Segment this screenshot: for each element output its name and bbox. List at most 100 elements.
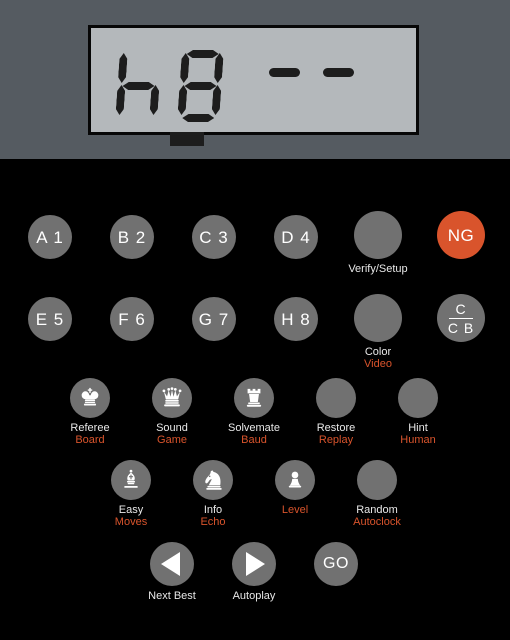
key-g7[interactable]: G 7 [192,297,236,341]
autoclock-label: Autoclock [353,516,401,529]
info-label: Info [203,504,223,516]
h8-button-label[interactable]: H 8 [274,297,318,341]
lcd-dash-2 [323,68,354,77]
restore-label: Restore [316,422,356,434]
moves-label: Moves [114,516,148,529]
c-cb-button[interactable]: C C B [437,294,485,342]
chess-knight-icon [204,469,222,490]
lcd-dash-1 [269,68,300,77]
sound-game-labels: Sound Game [156,422,188,447]
next-best-label: Next Best [148,590,196,602]
lcd-seg-c [149,85,159,115]
color-video-labels: Color Video [364,346,392,371]
verify-setup-label: Verify/Setup [348,263,408,275]
lcd-seg-b [214,53,224,83]
video-label: Video [364,358,392,371]
next-best-labels: Next Best [148,590,196,602]
hint-human-labels: Hint Human [400,422,435,447]
referee-board-labels: Referee Board [70,422,109,447]
c-cb-numerator: C [455,300,467,317]
key-go[interactable]: GO [314,542,358,586]
key-easy-moves[interactable]: Easy Moves [93,460,169,529]
referee-label: Referee [70,422,110,434]
key-a1[interactable]: A 1 [28,215,72,259]
key-b2[interactable]: B 2 [110,215,154,259]
random-autoclock-button[interactable] [357,460,397,500]
c-cb-fraction: C C B [448,302,474,335]
lcd-seg-d [182,114,215,122]
solvemate-baud-button[interactable] [234,378,274,418]
key-new-game[interactable]: NG [437,211,485,259]
easy-moves-button[interactable] [111,460,151,500]
random-autoclock-labels: Random Autoclock [353,504,401,529]
go-button[interactable]: GO [314,542,358,586]
referee-board-button[interactable] [70,378,110,418]
lcd-seg-g [122,82,155,90]
key-sound-game[interactable]: Sound Game [134,378,210,447]
replay-label: Replay [318,434,354,447]
baud-label: Baud [241,434,267,447]
chess-queen-icon [162,387,182,407]
key-solvemate-baud[interactable]: Solvemate Baud [216,378,292,447]
lcd-seg-b [152,53,162,83]
key-next-best[interactable]: Next Best [134,542,210,602]
key-restore-replay[interactable]: Restore Replay [298,378,374,447]
color-video-button[interactable] [354,294,402,342]
solvemate-baud-labels: Solvemate Baud [228,422,280,447]
game-label: Game [157,434,187,447]
lcd-seg-f [118,53,128,83]
a1-button-label[interactable]: A 1 [28,215,72,259]
c-cb-divider [449,317,473,319]
lcd-indicator-block [170,132,204,146]
g7-button-label[interactable]: G 7 [192,297,236,341]
key-level[interactable]: Level [257,460,333,516]
random-label: Random [356,504,398,516]
restore-replay-button[interactable] [316,378,356,418]
f6-button-label[interactable]: F 6 [110,297,154,341]
key-referee-board[interactable]: Referee Board [52,378,128,447]
key-e5[interactable]: E 5 [28,297,72,341]
lcd-seg-c [211,85,221,115]
key-hint-human[interactable]: Hint Human [380,378,456,447]
lcd-seg-e [177,85,187,115]
sound-game-button[interactable] [152,378,192,418]
lcd-seg-a [186,50,219,58]
key-h8[interactable]: H 8 [274,297,318,341]
key-c-cb[interactable]: C C B [437,294,485,342]
c3-button-label[interactable]: C 3 [192,215,236,259]
hint-label: Hint [408,422,428,434]
d4-button-label[interactable]: D 4 [274,215,318,259]
board-label: Board [75,434,105,447]
new-game-button[interactable]: NG [437,211,485,259]
verify-setup-button[interactable] [354,211,402,259]
key-random-autoclock[interactable]: Random Autoclock [339,460,415,529]
solvemate-label: Solvemate [228,422,280,434]
e5-button-label[interactable]: E 5 [28,297,72,341]
level-button[interactable] [275,460,315,500]
triangle-left-icon [161,552,180,576]
lcd-display [88,25,419,146]
key-info-echo[interactable]: Info Echo [175,460,251,529]
key-autoplay[interactable]: Autoplay [216,542,292,602]
chess-pawn-icon [288,471,302,488]
top-bezel [0,0,510,159]
key-color-video[interactable]: Color Video [334,294,422,371]
level-labels: Level [282,504,308,516]
info-echo-button[interactable] [193,460,233,500]
verify-setup-labels: Verify/Setup [348,263,407,275]
hint-human-button[interactable] [398,378,438,418]
key-verify-setup[interactable]: Verify/Setup [334,211,422,275]
key-c3[interactable]: C 3 [192,215,236,259]
chess-bishop-icon [124,469,138,488]
lcd-seg-e [115,85,125,115]
lcd-seg-f [180,53,190,83]
restore-replay-labels: Restore Replay [317,422,356,447]
next-best-button[interactable] [150,542,194,586]
key-d4[interactable]: D 4 [274,215,318,259]
sound-label: Sound [156,422,188,434]
b2-button-label[interactable]: B 2 [110,215,154,259]
autoplay-labels: Autoplay [233,590,276,602]
key-f6[interactable]: F 6 [110,297,154,341]
autoplay-button[interactable] [232,542,276,586]
triangle-right-icon [246,552,265,576]
